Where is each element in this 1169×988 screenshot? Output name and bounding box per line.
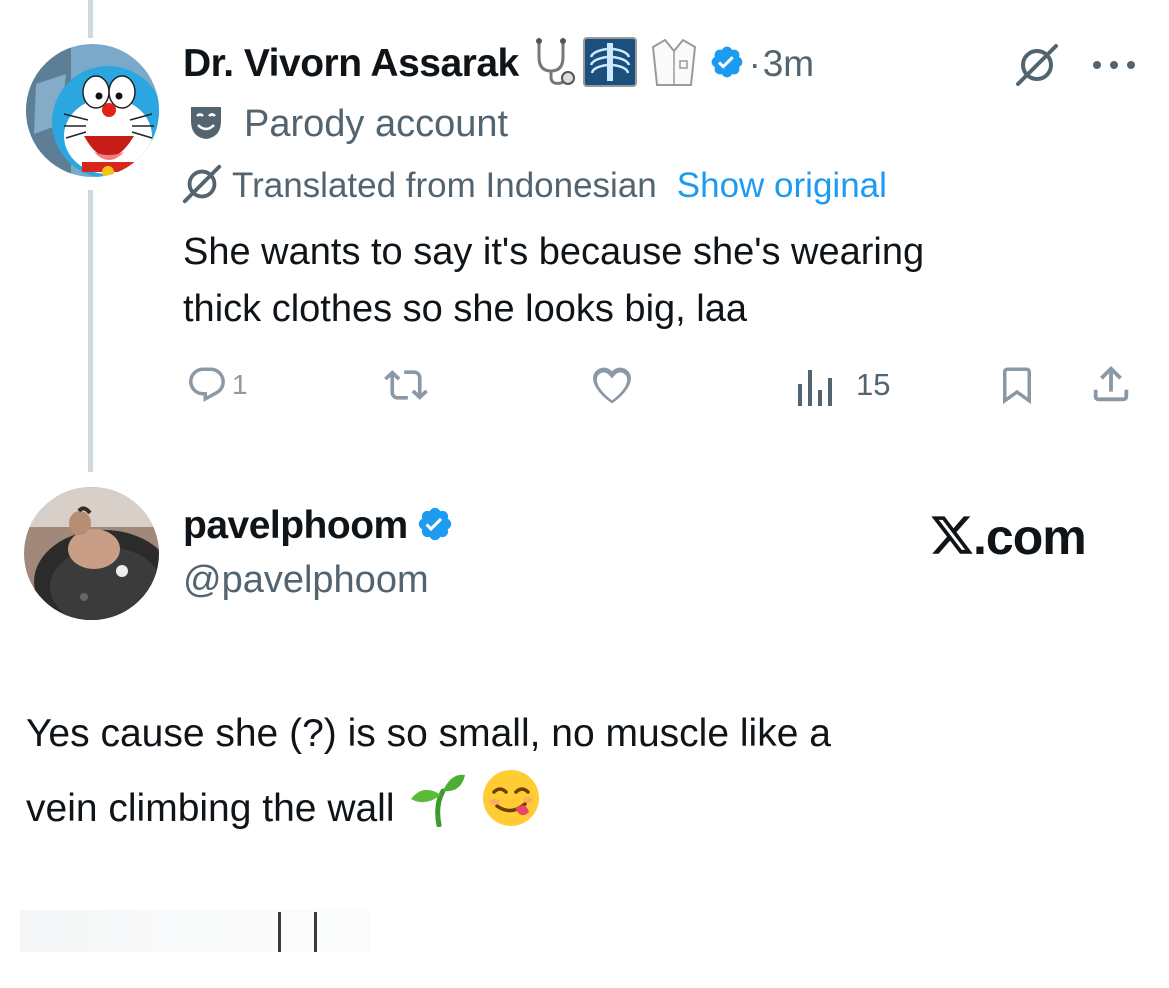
- retweet-icon: [384, 363, 428, 407]
- stethoscope-emoji: [531, 37, 577, 92]
- like-button[interactable]: [589, 362, 635, 408]
- verified-badge[interactable]: [416, 505, 454, 548]
- verified-badge[interactable]: [709, 44, 745, 85]
- thread-line: [88, 190, 93, 472]
- doraemon-avatar-image: [26, 44, 159, 177]
- translation-row: Translated from Indonesian Show original: [180, 162, 887, 210]
- x-brand-text: .com: [973, 509, 1087, 565]
- x-logo: [929, 512, 975, 563]
- reply-count: 1: [232, 369, 248, 400]
- share-icon: [1088, 361, 1134, 407]
- tweet1-text-line2: thick clothes so she looks big, laa: [183, 288, 747, 330]
- bookmark-icon: [996, 363, 1038, 407]
- cutoff-bar: [278, 912, 281, 952]
- parody-label-row: Parody account: [187, 100, 508, 148]
- translate-grok-icon: [180, 162, 224, 211]
- tweet1-header: Dr. Vivorn Assarak · 3m: [183, 36, 814, 92]
- tweet1-text-line1: She wants to say it's because she's wear…: [183, 231, 925, 273]
- pavelphoom-avatar-image: [24, 487, 159, 620]
- cutoff-content: [20, 910, 370, 952]
- timestamp[interactable]: 3m: [763, 43, 814, 85]
- avatar[interactable]: [26, 44, 159, 177]
- show-original-link[interactable]: Show original: [677, 166, 887, 206]
- x-brand: .com: [929, 508, 1087, 566]
- like-icon: [589, 362, 635, 408]
- avatar[interactable]: [24, 487, 159, 620]
- cutoff-bar: [314, 912, 317, 952]
- thread-line-top: [88, 0, 93, 38]
- views-icon: [796, 364, 836, 406]
- tweet2-text: Yes cause she (?) is so small, no muscle…: [26, 700, 831, 850]
- parody-label: Parody account: [244, 102, 509, 145]
- reply-button[interactable]: 1: [186, 362, 248, 408]
- display-name[interactable]: pavelphoom: [183, 504, 408, 548]
- xray-emoji: [582, 36, 637, 92]
- retweet-button[interactable]: [384, 362, 428, 408]
- tweet2-text-line1: Yes cause she (?) is so small, no muscle…: [26, 712, 831, 755]
- dot-separator: ·: [748, 43, 761, 84]
- lab-coat-emoji: [651, 37, 697, 92]
- handle[interactable]: @pavelphoom: [183, 556, 429, 604]
- views-button[interactable]: 15: [796, 362, 890, 408]
- bookmark-button[interactable]: [996, 362, 1038, 408]
- seedling-emoji: [409, 769, 465, 849]
- yum-emoji: [481, 768, 541, 850]
- grok-icon[interactable]: [1014, 42, 1060, 93]
- display-name[interactable]: Dr. Vivorn Assarak: [183, 42, 519, 86]
- tweet2-text-line2: vein climbing the wall: [26, 787, 395, 830]
- translated-label: Translated from Indonesian: [232, 166, 657, 205]
- share-button[interactable]: [1088, 360, 1134, 408]
- views-count: 15: [856, 367, 891, 402]
- tweet2-header: pavelphoom: [183, 502, 454, 550]
- tweet1-text: She wants to say it's because she's wear…: [183, 224, 924, 338]
- reply-icon: [186, 364, 228, 406]
- more-icon[interactable]: [1090, 58, 1138, 77]
- theater-masks-icon: [187, 103, 225, 146]
- tweet2-text-line2-row: vein climbing the wall: [26, 768, 831, 850]
